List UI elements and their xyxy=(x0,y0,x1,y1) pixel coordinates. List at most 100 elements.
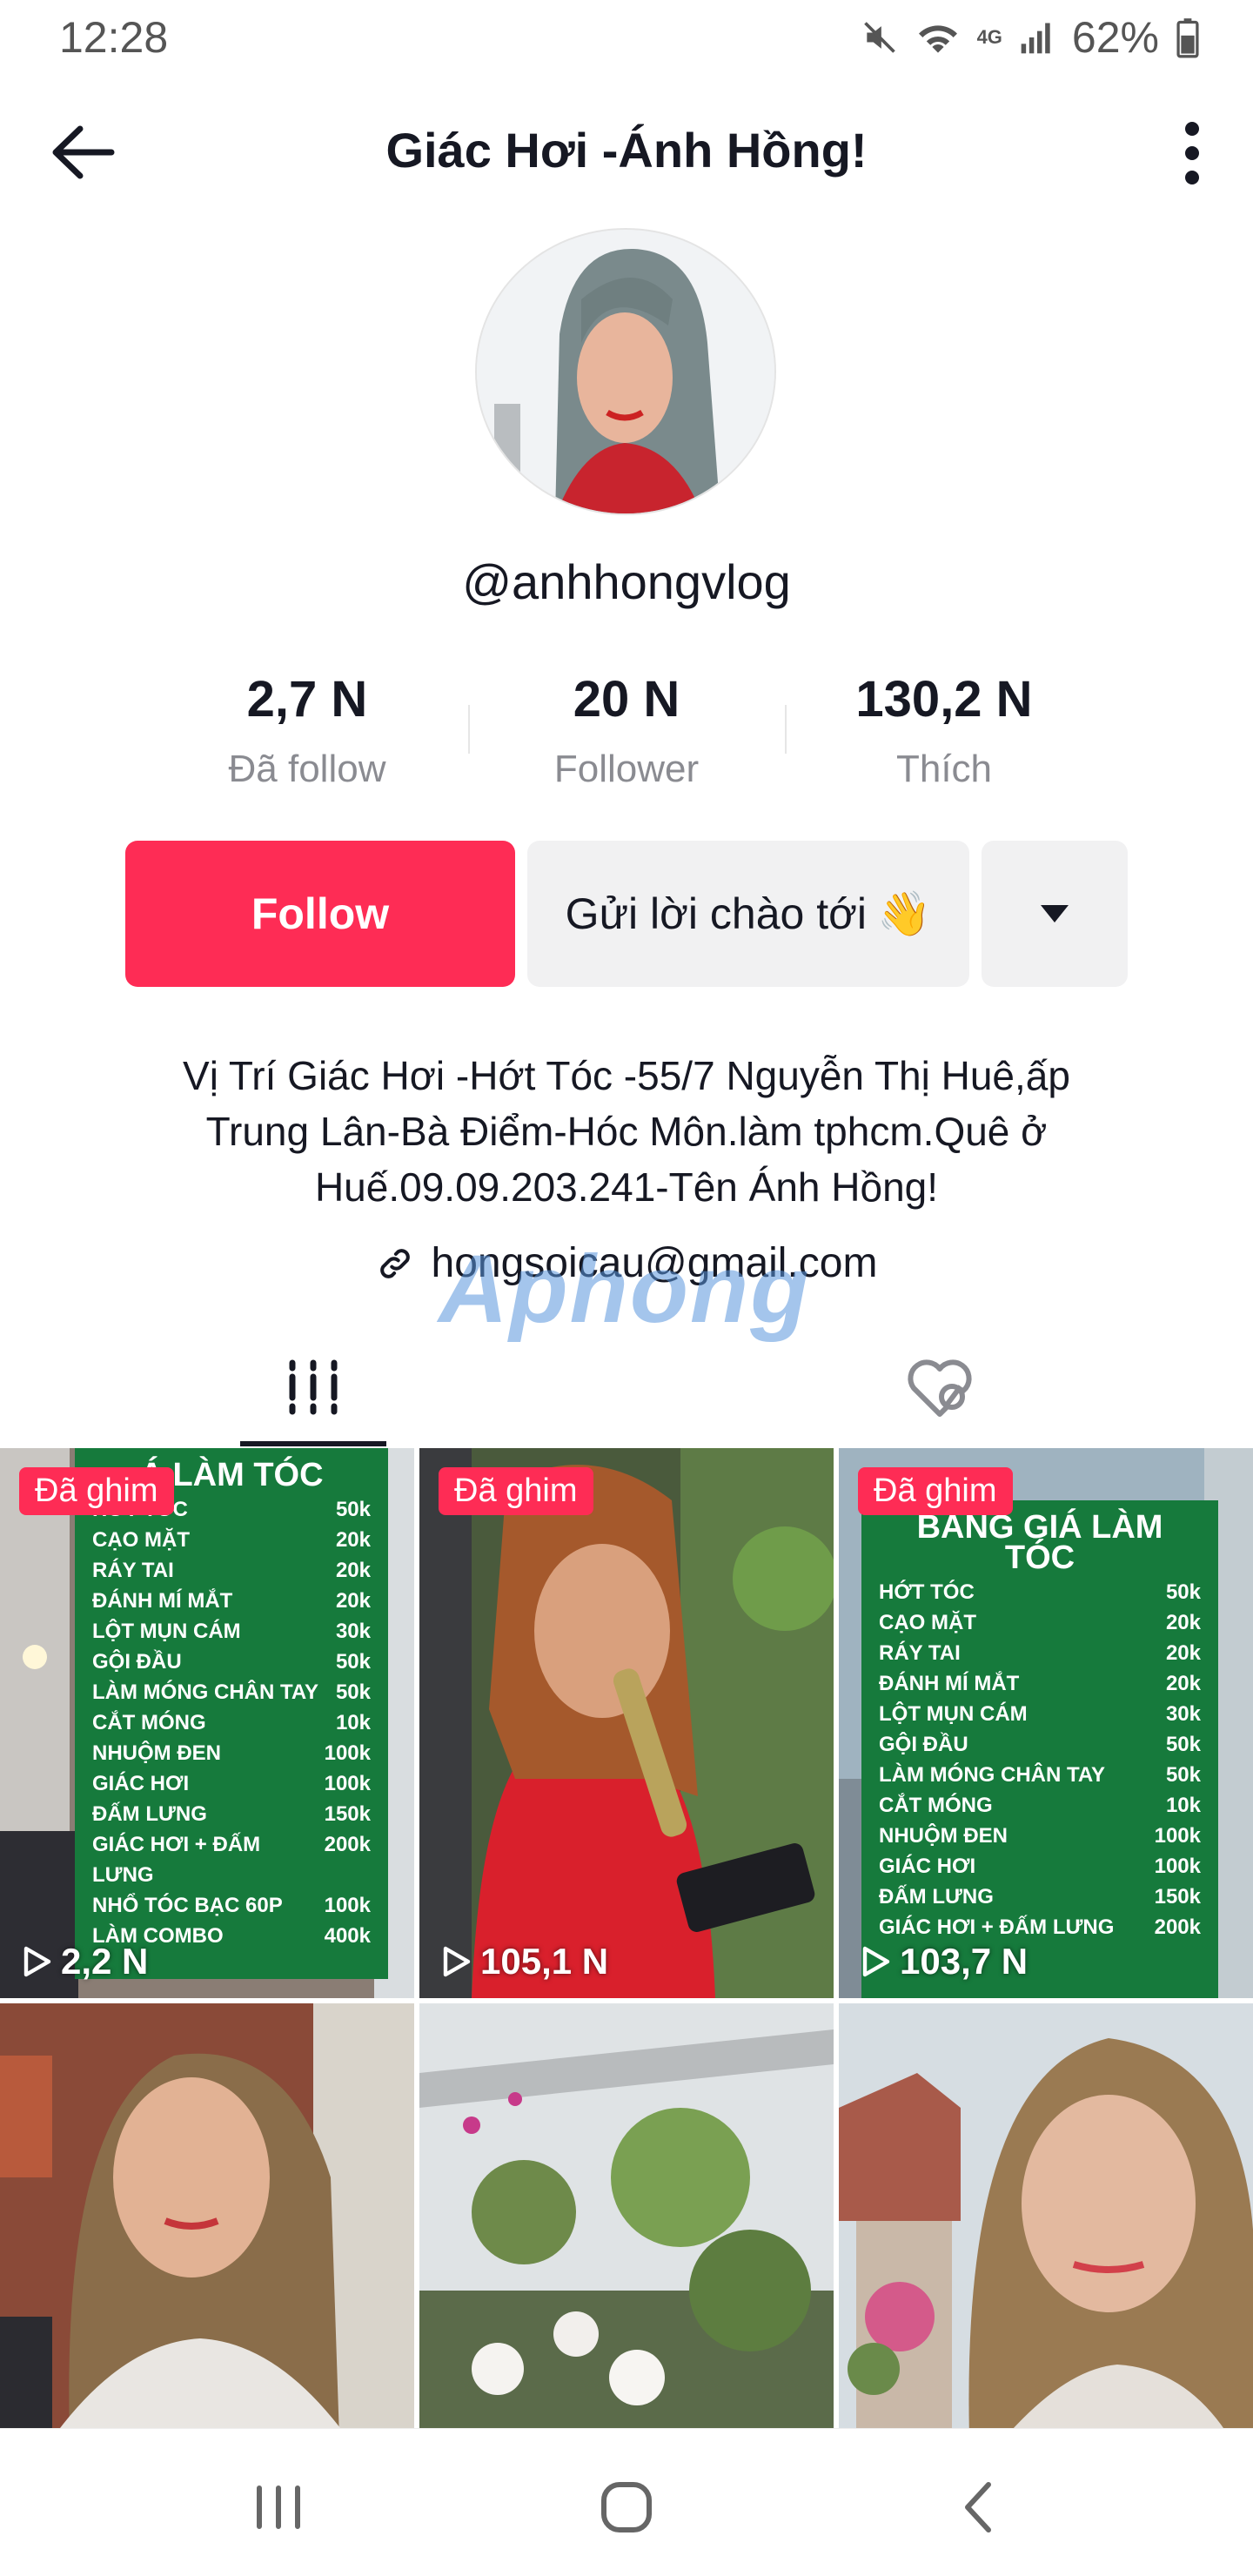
send-greeting-button[interactable]: Gửi lời chào tới 👋 xyxy=(527,841,969,987)
pinned-badge: Đã ghim xyxy=(439,1467,593,1515)
price-row: NHỔ TÓC BẠC 60P 100k xyxy=(92,1890,371,1921)
price-row: HỚT TÓC 50k xyxy=(879,1577,1201,1607)
battery-icon xyxy=(1176,18,1199,58)
price-item: CẮT MÓNG xyxy=(92,1711,206,1734)
price-row: CẮT MÓNG 10k xyxy=(879,1790,1201,1821)
price-row: GỘI ĐẦU 50k xyxy=(879,1729,1201,1760)
video-tile[interactable] xyxy=(839,2003,1253,2438)
watermark: Aphong xyxy=(439,1236,811,1343)
price-value: 20k xyxy=(1165,1611,1201,1634)
price-item: CẮT MÓNG xyxy=(879,1794,993,1817)
price-item: GIÁC HƠI + ĐẤM LƯNG xyxy=(92,1833,261,1887)
view-count: 103,7 N xyxy=(861,1941,1028,1982)
status-bar: 12:28 4G 62% xyxy=(0,0,1253,78)
price-row: GIÁC HƠI + ĐẤM LƯNG 200k xyxy=(92,1829,371,1890)
price-value: 200k xyxy=(324,1833,371,1856)
price-item: CẠO MẶT xyxy=(879,1611,976,1634)
home-button[interactable] xyxy=(583,2472,670,2542)
price-row: GIÁC HƠI + ĐẤM LƯNG 200k xyxy=(879,1912,1201,1942)
caret-down-icon xyxy=(1041,905,1069,922)
price-item: NHỔ TÓC BẠC 60P xyxy=(92,1894,283,1917)
price-item: NHUỘM ĐEN xyxy=(92,1741,221,1765)
price-item: LỘT MỤN CÁM xyxy=(879,1702,1028,1726)
grid-icon xyxy=(289,1359,338,1415)
home-icon xyxy=(601,2482,652,2532)
price-value: 20k xyxy=(335,1528,371,1552)
price-board: BẢNG GIÁ LÀM TÓC HỚT TÓC 50k CẠO MẶT 20k R… xyxy=(861,1500,1218,1998)
video-tile[interactable] xyxy=(0,2003,414,2438)
profile-stats: 2,7 N Đã follow 20 N Follower 130,2 N Th… xyxy=(0,670,1253,801)
price-value: 100k xyxy=(1154,1824,1201,1848)
video-tile[interactable]: Đã ghim 105,1 N xyxy=(419,1448,834,1998)
waving-hand-icon: 👋 xyxy=(877,889,932,938)
price-row: LỘT MỤN CÁM 30k xyxy=(92,1616,371,1647)
bio-line: Trung Lân-Bà Điểm-Hóc Môn.làm tphcm.Quê … xyxy=(205,1109,1048,1154)
price-value: 20k xyxy=(335,1559,371,1582)
price-item: GIÁC HƠI + ĐẤM LƯNG xyxy=(879,1915,1115,1939)
pinned-badge: Đã ghim xyxy=(858,1467,1013,1515)
wifi-icon xyxy=(918,25,957,53)
price-value: 50k xyxy=(335,1680,371,1704)
price-row: RÁY TAI 20k xyxy=(879,1638,1201,1668)
stat-likes[interactable]: 130,2 N Thích xyxy=(814,670,1075,791)
price-row: ĐÁNH MÍ MẮT 20k xyxy=(879,1668,1201,1699)
price-value: 100k xyxy=(324,1894,371,1917)
video-tile[interactable]: Á LÀM TÓC HỚT TÓC50k CẠO MẶT20k RÁY TAI2… xyxy=(0,1448,414,1998)
price-item: CẠO MẶT xyxy=(92,1528,190,1552)
username-handle: @anhhongvlog xyxy=(462,554,791,609)
price-item: GỘI ĐẦU xyxy=(879,1733,968,1756)
video-thumbnail xyxy=(419,2003,834,2438)
price-row: NHUỘM ĐEN 100k xyxy=(879,1821,1201,1851)
price-value: 150k xyxy=(1154,1885,1201,1909)
price-value: 20k xyxy=(335,1589,371,1613)
video-thumbnail xyxy=(419,1448,834,1998)
video-tile[interactable]: BẢNG GIÁ LÀM TÓC HỚT TÓC 50k CẠO MẶT 20k R… xyxy=(839,1448,1253,1998)
play-icon xyxy=(862,1946,890,1977)
view-count-value: 103,7 N xyxy=(900,1941,1029,1982)
stat-followers[interactable]: 20 N Follower xyxy=(496,670,757,791)
avatar[interactable] xyxy=(475,228,776,515)
price-row: RÁY TAI 20k xyxy=(92,1555,371,1586)
link-icon xyxy=(379,1248,410,1278)
video-thumbnail xyxy=(0,2003,414,2438)
price-value: 20k xyxy=(1165,1672,1201,1695)
price-value: 100k xyxy=(1154,1855,1201,1878)
more-options-button[interactable] xyxy=(1175,118,1209,188)
price-value: 10k xyxy=(1165,1794,1201,1817)
video-tile[interactable] xyxy=(419,2003,834,2438)
stat-followers-label: Follower xyxy=(553,748,700,790)
tab-liked[interactable] xyxy=(626,1332,1253,1445)
price-row: CẠO MẶT 20k xyxy=(92,1525,371,1555)
price-item: LỘT MỤN CÁM xyxy=(92,1620,241,1643)
send-greeting-label: Gửi lời chào tới xyxy=(565,889,868,938)
view-count-value: 2,2 N xyxy=(61,1941,149,1982)
price-board-title: BẢNG GIÁ LÀM TÓC xyxy=(916,1509,1163,1576)
price-row: ĐÁNH MÍ MẮT 20k xyxy=(92,1586,371,1616)
price-item: RÁY TAI xyxy=(92,1559,174,1582)
price-row: CẮT MÓNG 10k xyxy=(92,1707,371,1738)
recent-apps-button[interactable] xyxy=(235,2472,322,2542)
price-item: ĐẤM LƯNG xyxy=(879,1885,994,1909)
stat-followers-value: 20 N xyxy=(573,671,680,728)
price-row: LÀM MÓNG CHÂN TAY 50k xyxy=(879,1760,1201,1790)
price-item: GIÁC HƠI xyxy=(92,1772,190,1795)
mute-icon xyxy=(863,22,895,53)
follow-button[interactable]: Follow xyxy=(125,841,515,987)
more-vertical-icon xyxy=(1185,122,1199,184)
price-value: 400k xyxy=(324,1924,371,1948)
price-value: 150k xyxy=(324,1802,371,1826)
price-value: 10k xyxy=(335,1711,371,1734)
tab-videos[interactable] xyxy=(0,1332,626,1445)
stat-following[interactable]: 2,7 N Đã follow xyxy=(177,670,438,791)
price-item: GIÁC HƠI xyxy=(879,1855,976,1878)
signal-icon xyxy=(1021,23,1050,54)
play-icon xyxy=(443,1946,471,1977)
price-value: 100k xyxy=(324,1741,371,1765)
price-value: 200k xyxy=(1154,1915,1201,1939)
suggested-accounts-dropdown[interactable] xyxy=(982,841,1128,987)
price-value: 50k xyxy=(335,1650,371,1674)
status-time: 12:28 xyxy=(59,13,169,62)
system-back-button[interactable] xyxy=(935,2472,1022,2542)
price-row: GỘI ĐẦU 50k xyxy=(92,1647,371,1677)
price-item: LÀM MÓNG CHÂN TAY xyxy=(879,1763,1105,1787)
